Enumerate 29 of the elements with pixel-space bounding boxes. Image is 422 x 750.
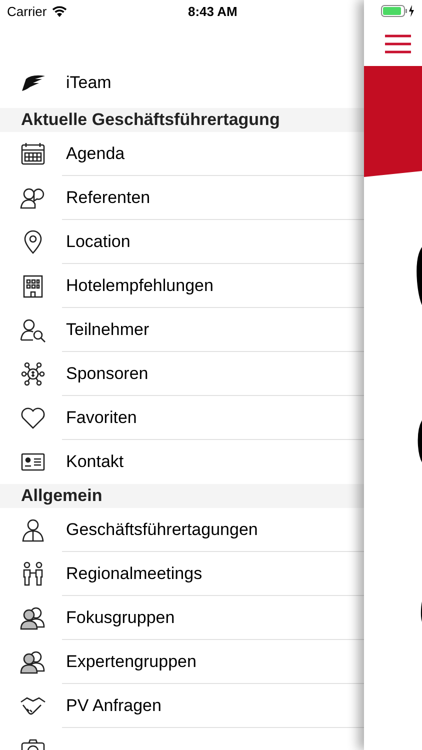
network-icon	[20, 361, 46, 387]
group-icon	[20, 605, 46, 631]
menu-item[interactable]: Hotelempfehlungen	[66, 276, 214, 296]
wing-logo-icon	[20, 75, 46, 91]
menu-item[interactable]: Fokusgruppen	[66, 608, 175, 628]
menu-item[interactable]: Regionalmeetings	[66, 564, 202, 584]
menu-item[interactable]: Favoriten	[66, 408, 137, 428]
brand-name[interactable]: iTeam	[66, 73, 112, 93]
person-search-icon	[20, 317, 46, 343]
menu-item[interactable]: Expertengruppen	[66, 652, 196, 672]
menu-icon[interactable]	[384, 34, 412, 54]
heart-icon	[20, 405, 46, 431]
wifi-icon	[52, 6, 67, 16]
menu-item[interactable]: Teilnehmer	[66, 320, 150, 340]
menu-item[interactable]: Referenten	[66, 188, 150, 208]
menu-item[interactable]: PV Anfragen	[66, 696, 162, 716]
calendar-icon	[20, 141, 46, 167]
menu-item[interactable]: Geschäftsführertagungen	[66, 520, 258, 540]
section-header: Allgemein	[0, 484, 364, 508]
menu-item[interactable]: Location	[66, 232, 130, 252]
section-header: Aktuelle Geschäftsführertagung	[0, 108, 364, 132]
status-time: 8:43 AM	[188, 4, 238, 18]
menu-item[interactable]: Sponsoren	[66, 364, 148, 384]
carrier-label: Carrier	[7, 4, 47, 18]
menu-item[interactable]: Kontakt	[66, 452, 124, 472]
menu-item[interactable]: Agenda	[66, 144, 125, 164]
group-icon	[20, 649, 46, 675]
battery-icon	[381, 5, 415, 17]
person-icon	[20, 517, 46, 543]
